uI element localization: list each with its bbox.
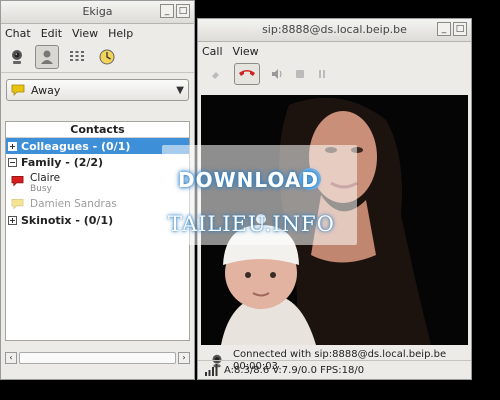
ekiga-toolbar <box>1 42 194 73</box>
contacts-button[interactable] <box>35 45 59 69</box>
maximize-button[interactable]: □ <box>176 4 190 18</box>
chevron-down-icon: ▼ <box>176 84 184 96</box>
watermark-line2: TAILIEU.INFO <box>168 212 335 236</box>
contact-name: Claire <box>30 172 61 184</box>
pause-icon[interactable] <box>316 67 328 81</box>
call-toolbar <box>198 60 471 88</box>
minimize-button[interactable]: _ <box>160 4 174 18</box>
menu-view[interactable]: View <box>72 27 98 40</box>
menu-edit[interactable]: Edit <box>41 27 62 40</box>
call-history-button[interactable] <box>95 45 119 69</box>
group-label: Family - (2/2) <box>21 155 104 169</box>
call-window-title: sip:8888@ds.local.beip.be <box>262 23 407 36</box>
contacts-header: Contacts <box>6 122 189 138</box>
maximize-button[interactable]: □ <box>453 22 467 36</box>
scroll-track[interactable] <box>19 352 176 364</box>
presence-value: Away <box>31 83 61 97</box>
collapse-icon[interactable]: − <box>8 157 17 167</box>
group-label: Colleagues - (0/1) <box>21 139 131 153</box>
dialpad-icon <box>70 51 84 61</box>
webcam-button[interactable] <box>5 45 29 69</box>
pickup-phone-icon[interactable] <box>210 67 224 81</box>
away-speech-icon <box>11 84 25 96</box>
group-label: Skinotix - (0/1) <box>21 213 114 227</box>
call-history-icon <box>99 49 115 65</box>
ekiga-menubar: Chat Edit View Help <box>1 24 194 42</box>
contact-name: Damien Sandras <box>30 198 117 210</box>
call-titlebar[interactable]: sip:8888@ds.local.beip.be _ □ <box>198 19 471 42</box>
contact-status: Busy <box>30 184 52 194</box>
hangup-button[interactable] <box>234 63 260 85</box>
contacts-icon <box>41 50 53 64</box>
scroll-left-button[interactable]: ‹ <box>5 352 17 364</box>
scroll-right-button[interactable]: › <box>178 352 190 364</box>
webcam-icon <box>12 50 22 64</box>
busy-speech-icon <box>11 175 24 187</box>
presence-dropdown[interactable]: Away ▼ <box>6 79 189 101</box>
signal-strength-icon <box>205 364 218 376</box>
horizontal-scrollbar[interactable]: ‹ › <box>5 351 190 365</box>
expand-icon[interactable]: + <box>8 215 17 225</box>
hangup-phone-icon <box>239 70 255 76</box>
call-menubar: Call View <box>198 42 471 60</box>
menu-view[interactable]: View <box>233 45 259 58</box>
minimize-button[interactable]: _ <box>437 22 451 36</box>
watermark-line1: DOWNLOAD <box>178 168 319 192</box>
call-stats-bar: A:8.3/8.6 V:7.9/0.0 FPS:18/0 <box>198 360 471 379</box>
volume-icon[interactable] <box>270 67 284 81</box>
video-toggle-icon[interactable] <box>294 67 306 81</box>
menu-chat[interactable]: Chat <box>5 27 31 40</box>
dialpad-button[interactable] <box>65 45 89 69</box>
ekiga-window-title: Ekiga <box>82 5 113 18</box>
menu-call[interactable]: Call <box>202 45 223 58</box>
media-statistics: A:8.3/8.6 V:7.9/0.0 FPS:18/0 <box>224 364 365 376</box>
ekiga-titlebar[interactable]: Ekiga _ □ <box>1 1 194 24</box>
away-speech-icon <box>11 198 24 210</box>
expand-icon[interactable]: + <box>8 141 17 151</box>
menu-help[interactable]: Help <box>108 27 133 40</box>
